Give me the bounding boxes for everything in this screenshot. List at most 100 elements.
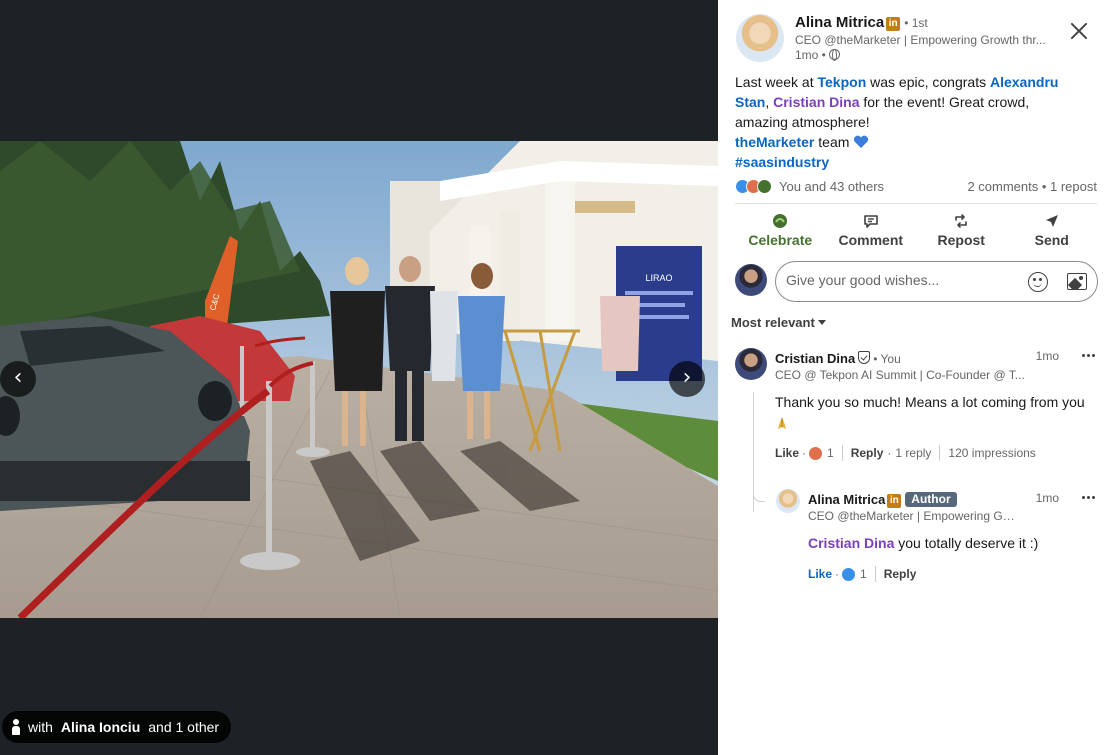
comment-body: Thank you so much! Means a lot coming fr… (775, 394, 1085, 410)
commenter-avatar[interactable] (735, 348, 767, 380)
divider (841, 445, 843, 461)
banner-text: LIRAO (645, 273, 672, 283)
send-label: Send (1034, 231, 1069, 248)
comment-like-count[interactable]: 1 (860, 567, 867, 581)
previous-image-button[interactable]: ‹ (0, 361, 36, 397)
author-name[interactable]: Alina Mitrica (795, 14, 884, 31)
social-counts: You and 43 others 2 comments • 1 repost (735, 178, 1097, 196)
comment-button[interactable]: Comment (826, 206, 917, 254)
reply-count[interactable]: 1 reply (895, 446, 931, 460)
author-headline: CEO @theMarketer | Empowering Growth thr… (795, 33, 1046, 47)
repost-icon (955, 213, 968, 228)
current-user-avatar[interactable] (735, 264, 767, 296)
divider (735, 203, 1097, 204)
middle-dot: · (802, 446, 807, 460)
event-photo-illustration: LIRAO C&C (0, 141, 718, 618)
more-options-icon[interactable] (1081, 495, 1097, 501)
comments-repost-count[interactable]: 2 comments • 1 repost (967, 179, 1097, 194)
commenter-headline: CEO @ Tekpon AI Summit | Co-Founder @ T.… (775, 368, 1025, 382)
comment-like-count[interactable]: 1 (827, 446, 834, 460)
person-icon (12, 719, 20, 735)
comment-text: Cristian Dina you totally deserve it :) (808, 533, 1088, 554)
blue-heart-icon (854, 135, 869, 148)
comment-icon (863, 214, 878, 228)
comment-like-button[interactable]: Like (775, 446, 799, 460)
middle-dot: · (887, 446, 892, 460)
connection-degree: • 1st (904, 16, 928, 30)
comment-text: Thank you so much! Means a lot coming fr… (775, 392, 1093, 434)
reaction-icons[interactable] (735, 179, 775, 195)
comment-reply-button[interactable]: Reply (851, 446, 884, 460)
celebrate-label: Celebrate (748, 231, 813, 248)
like-reaction-icon (842, 567, 856, 581)
tagged-people-pill[interactable]: with Alina Ionciu and 1 other (2, 711, 232, 743)
repost-button[interactable]: Repost (916, 206, 1007, 254)
folded-hands-icon (778, 417, 786, 429)
post-text-2: was epic, congrats (866, 74, 990, 90)
close-icon[interactable] (1068, 20, 1090, 42)
post-author: Alina Mitrica in • 1st CEO @theMarketer | … (736, 14, 1092, 64)
hashtag-saasindustry[interactable]: #saasindustry (735, 154, 829, 170)
post-text-1: Last week at (735, 74, 818, 90)
mention-cristian-dina[interactable]: Cristian Dina (773, 94, 859, 110)
comment-sort-dropdown[interactable]: Most relevant (731, 315, 826, 330)
love-reaction-icon (809, 446, 823, 460)
author-name-line[interactable]: Alina Mitrica in • 1st (795, 14, 928, 31)
comment-label: Comment (838, 231, 904, 248)
comment-body: you totally deserve it :) (894, 535, 1039, 551)
divider (939, 445, 941, 461)
comment-actions: Like · 1 Reply (808, 566, 916, 582)
comment-composer (735, 261, 1098, 303)
mention-cristian-dina[interactable]: Cristian Dina (808, 535, 894, 551)
comment-time: 1mo (1035, 349, 1059, 363)
reactions-count[interactable]: You and 43 others (779, 179, 884, 194)
reply-thread-elbow (753, 492, 765, 502)
comment-input[interactable] (786, 272, 1016, 288)
author-avatar[interactable] (736, 14, 784, 62)
comment-time: 1mo (1035, 491, 1059, 505)
mention-tekpon[interactable]: Tekpon (818, 74, 867, 90)
author-badge: Author (905, 492, 957, 507)
commenter-avatar[interactable] (776, 489, 800, 513)
tag-prefix: with (28, 719, 53, 735)
more-options-icon[interactable] (1081, 353, 1097, 359)
post-body: Last week at Tekpon was epic, congrats A… (735, 72, 1065, 172)
emoji-icon[interactable] (1028, 272, 1048, 292)
sort-label: Most relevant (731, 315, 815, 330)
commenter-name-line[interactable]: Alina Mitrica in Author (808, 492, 957, 508)
globe-icon (828, 49, 840, 61)
comment-actions: Like · 1 Reply · 1 reply 120 impressions (775, 445, 1036, 461)
comment-input-wrapper[interactable] (775, 261, 1098, 302)
linkedin-premium-icon: in (886, 17, 901, 31)
you-label: • You (873, 352, 901, 366)
caret-down-icon (817, 320, 826, 325)
tagged-person-name: Alina Ionciu (60, 719, 141, 735)
commenter-headline: CEO @theMarketer | Empowering Gro... (808, 509, 1018, 523)
verified-icon (858, 351, 871, 364)
image-icon[interactable] (1067, 273, 1087, 290)
comment-reply-button[interactable]: Reply (884, 567, 917, 581)
tag-suffix: and 1 other (148, 719, 220, 735)
celebrate-icon (773, 213, 788, 228)
commenter-name[interactable]: Cristian Dina (775, 351, 855, 366)
media-viewer: LIRAO C&C ‹ › with Alina Ionciu and 1 ot… (0, 0, 718, 755)
celebrate-reaction-icon (757, 179, 772, 194)
next-image-button[interactable]: › (669, 361, 705, 397)
divider (874, 566, 876, 582)
commenter-name[interactable]: Alina Mitrica (808, 492, 885, 507)
commenter-name-line[interactable]: Cristian Dina • You (775, 351, 901, 366)
comment-like-button[interactable]: Like (808, 567, 832, 581)
mention-themarketer[interactable]: theMarketer (735, 134, 814, 150)
impressions-count[interactable]: 120 impressions (948, 446, 1035, 460)
send-icon (1045, 214, 1058, 227)
post-actions: Celebrate Comment Repost Send (735, 206, 1097, 254)
post-photo: LIRAO C&C (0, 141, 718, 618)
send-button[interactable]: Send (1007, 206, 1098, 254)
post-text-3: , (765, 94, 774, 110)
post-text-5: team (814, 134, 854, 150)
repost-label: Repost (937, 231, 985, 248)
celebrate-button[interactable]: Celebrate (735, 206, 826, 254)
post-time-text: 1mo • (795, 48, 826, 62)
linkedin-premium-icon: in (887, 494, 902, 508)
post-detail-panel: Alina Mitrica in • 1st CEO @theMarketer | … (718, 0, 1110, 755)
